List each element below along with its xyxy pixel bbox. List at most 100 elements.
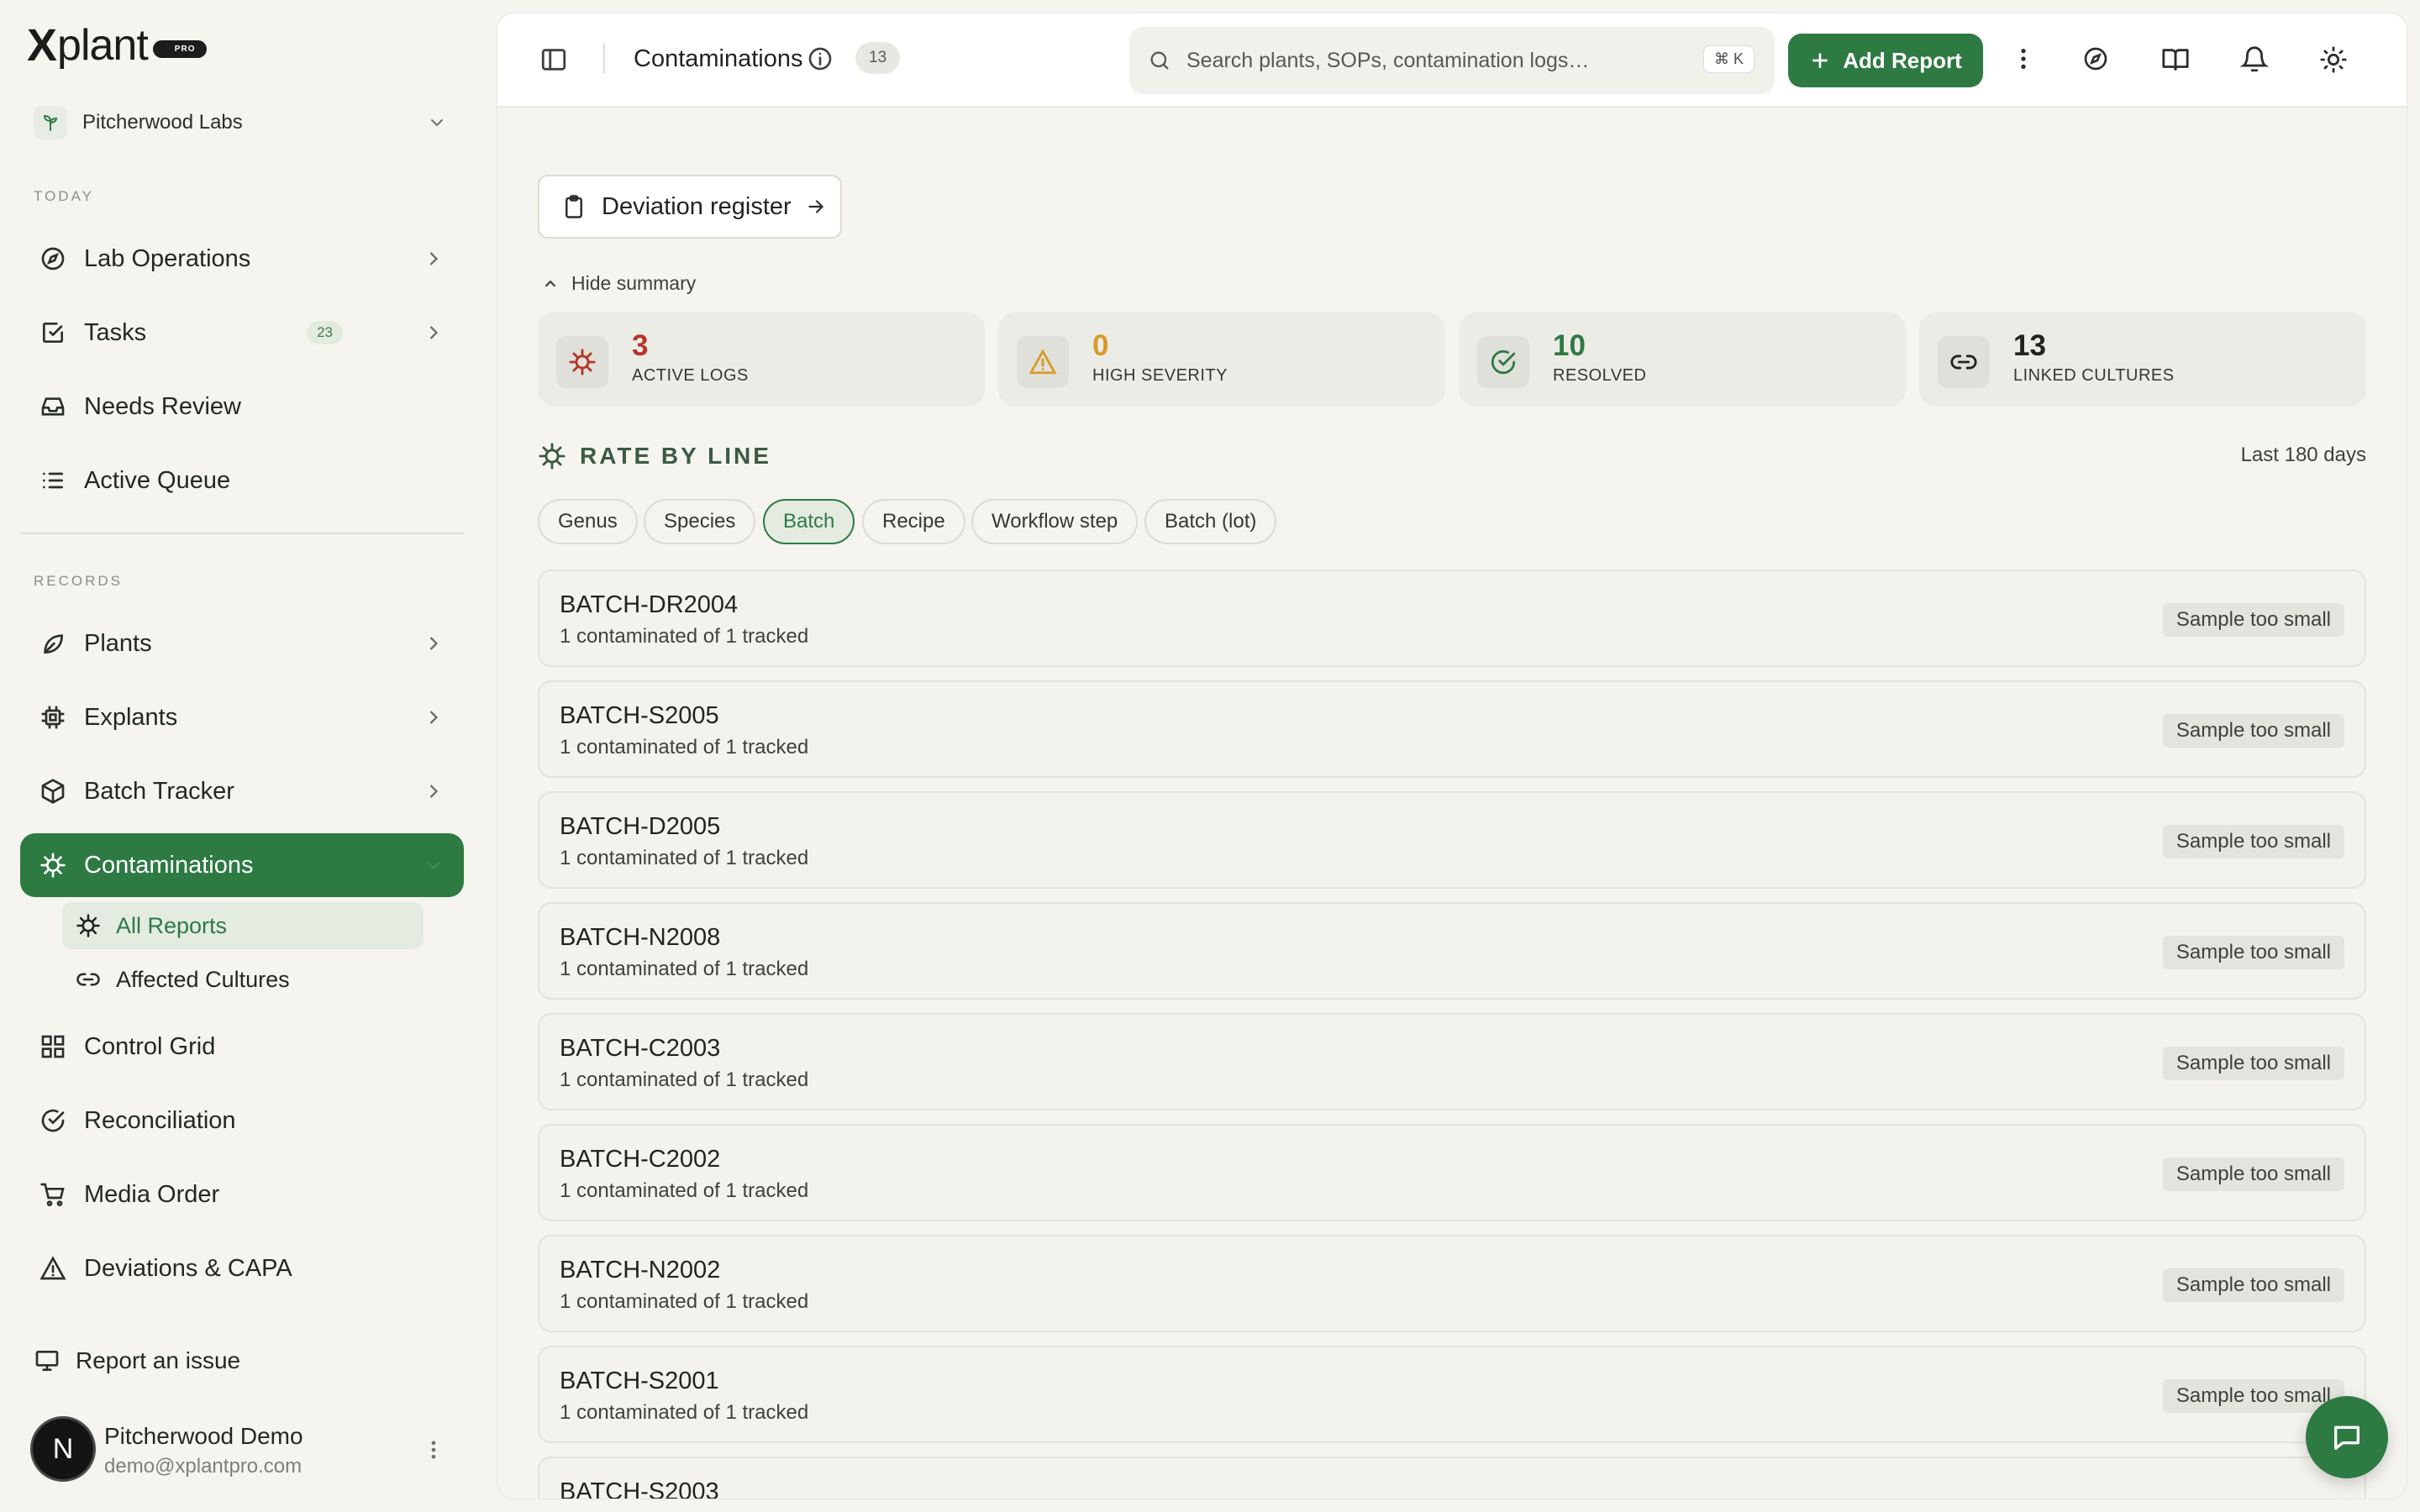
table-row[interactable]: BATCH-N2002 1 contaminated of 1 tracked … bbox=[538, 1235, 2366, 1332]
virus-icon bbox=[39, 851, 67, 879]
stat-card-linked-cultures[interactable]: 13 LINKED CULTURES bbox=[1919, 312, 2366, 407]
sidebar-item-tasks[interactable]: Tasks 23 bbox=[20, 301, 464, 365]
sidebar-item-lab-operations[interactable]: Lab Operations bbox=[20, 227, 464, 291]
table-row[interactable]: BATCH-S2005 1 contaminated of 1 tracked … bbox=[538, 680, 2366, 778]
sidebar-item-contaminations[interactable]: Contaminations bbox=[20, 833, 464, 897]
chat-icon bbox=[2330, 1420, 2364, 1454]
stat-value: 0 bbox=[1092, 329, 1109, 362]
sidebar-subitem-label: All Reports bbox=[116, 912, 228, 938]
row-summary: 1 contaminated of 1 tracked bbox=[560, 958, 809, 980]
filter-chip-species[interactable]: Species bbox=[644, 499, 756, 544]
info-icon[interactable] bbox=[807, 45, 834, 72]
stat-card-high-severity[interactable]: 0 HIGH SEVERITY bbox=[998, 312, 1445, 407]
compass-icon bbox=[39, 244, 67, 273]
deviation-register-label: Deviation register bbox=[602, 192, 792, 220]
sidebar-item-explants[interactable]: Explants bbox=[20, 685, 464, 749]
sidebar-item-label: Tasks bbox=[84, 318, 147, 346]
filter-chip-batch[interactable]: Batch bbox=[763, 499, 855, 544]
cart-icon bbox=[39, 1180, 67, 1209]
sidebar-item-label: Batch Tracker bbox=[84, 777, 234, 805]
row-batch-name: BATCH-S2005 bbox=[560, 702, 719, 729]
book-icon[interactable] bbox=[2161, 45, 2190, 74]
sidebar: X plant PRO Pitcherwood Labs TODAY Lab O… bbox=[0, 0, 491, 1512]
more-vertical-icon[interactable] bbox=[2010, 45, 2037, 72]
rate-range-label: Last 180 days bbox=[2240, 444, 2366, 466]
clipboard-icon bbox=[561, 194, 587, 219]
sidebar-item-batch-tracker[interactable]: Batch Tracker bbox=[20, 759, 464, 823]
stat-value: 3 bbox=[632, 329, 649, 362]
sidebar-item-reconciliation[interactable]: Reconciliation bbox=[20, 1089, 464, 1152]
org-switcher[interactable]: Pitcherwood Labs bbox=[34, 101, 447, 144]
report-issue-label: Report an issue bbox=[76, 1347, 241, 1373]
sun-icon[interactable] bbox=[2319, 45, 2348, 74]
sidebar-item-label: Media Order bbox=[84, 1180, 220, 1208]
sidebar-item-media-order[interactable]: Media Order bbox=[20, 1163, 464, 1226]
table-row[interactable]: BATCH-DR2004 1 contaminated of 1 tracked… bbox=[538, 570, 2366, 667]
sidebar-item-plants[interactable]: Plants bbox=[20, 612, 464, 675]
bell-icon[interactable] bbox=[2240, 45, 2269, 74]
table-row[interactable]: BATCH-S2001 1 contaminated of 1 tracked … bbox=[538, 1346, 2366, 1443]
sidebar-subitem-all-reports[interactable]: All Reports bbox=[62, 902, 424, 949]
sidebar-item-label: Contaminations bbox=[84, 851, 254, 879]
sidebar-item-control-grid[interactable]: Control Grid bbox=[20, 1015, 464, 1079]
status-badge: Sample too small bbox=[2162, 1158, 2344, 1191]
box-icon bbox=[39, 777, 67, 806]
page-count-badge: 13 bbox=[855, 42, 901, 74]
row-summary: 1 contaminated of 1 tracked bbox=[560, 1179, 809, 1202]
chevron-right-icon bbox=[422, 247, 445, 270]
plus-icon bbox=[1809, 50, 1831, 71]
stat-card-resolved[interactable]: 10 RESOLVED bbox=[1459, 312, 1906, 407]
check-circle-icon bbox=[39, 1106, 67, 1135]
status-badge: Sample too small bbox=[2162, 1268, 2344, 1302]
virus-icon bbox=[538, 442, 566, 470]
chat-button[interactable] bbox=[2306, 1396, 2388, 1478]
report-issue-link[interactable]: Report an issue bbox=[34, 1347, 240, 1374]
status-badge: Sample too small bbox=[2162, 1047, 2344, 1080]
stat-label: ACTIVE LOGS bbox=[632, 366, 749, 385]
row-summary: 1 contaminated of 1 tracked bbox=[560, 625, 809, 648]
arrow-right-icon bbox=[805, 196, 827, 218]
table-row[interactable]: BATCH-D2005 1 contaminated of 1 tracked … bbox=[538, 791, 2366, 889]
row-summary: 1 contaminated of 1 tracked bbox=[560, 1068, 809, 1091]
user-profile[interactable]: N Pitcherwood Demo demo@xplantpro.com bbox=[30, 1415, 464, 1483]
table-row[interactable]: BATCH-N2008 1 contaminated of 1 tracked … bbox=[538, 902, 2366, 1000]
sidebar-item-deviations-capa[interactable]: Deviations & CAPA bbox=[20, 1236, 464, 1300]
sidebar-item-label: Plants bbox=[84, 629, 152, 657]
sidebar-subitem-label: Affected Cultures bbox=[116, 966, 290, 992]
sidebar-item-label: Control Grid bbox=[84, 1032, 216, 1060]
stat-label: RESOLVED bbox=[1553, 366, 1647, 385]
status-badge: Sample too small bbox=[2162, 603, 2344, 637]
table-row[interactable]: BATCH-C2003 1 contaminated of 1 tracked … bbox=[538, 1013, 2366, 1110]
sidebar-item-needs-review[interactable]: Needs Review bbox=[20, 375, 464, 438]
chevron-down-icon bbox=[427, 113, 447, 133]
avatar: N bbox=[30, 1416, 96, 1482]
table-row[interactable]: BATCH-S2003 bbox=[538, 1457, 2366, 1499]
user-email: demo@xplantpro.com bbox=[104, 1455, 302, 1478]
filter-chip-genus[interactable]: Genus bbox=[538, 499, 638, 544]
link-icon bbox=[74, 965, 103, 994]
compass-icon[interactable] bbox=[2082, 45, 2109, 72]
sidebar-item-active-queue[interactable]: Active Queue bbox=[20, 449, 464, 512]
checkbox-icon bbox=[39, 318, 67, 347]
logo-x-mark: X bbox=[27, 20, 57, 71]
table-row[interactable]: BATCH-C2002 1 contaminated of 1 tracked … bbox=[538, 1124, 2366, 1221]
stat-card-active-logs[interactable]: 3 ACTIVE LOGS bbox=[538, 312, 985, 407]
filter-chip-workflow-step[interactable]: Workflow step bbox=[971, 499, 1139, 544]
leaf-icon bbox=[39, 629, 67, 658]
sidebar-item-label: Needs Review bbox=[84, 392, 241, 420]
filter-chip-recipe[interactable]: Recipe bbox=[862, 499, 965, 544]
rate-by-line-heading: RATE BY LINE bbox=[538, 442, 771, 470]
add-report-button[interactable]: Add Report bbox=[1788, 34, 1983, 87]
sidebar-subitem-affected-cultures[interactable]: Affected Cultures bbox=[62, 956, 424, 1003]
warning-icon bbox=[1017, 336, 1069, 388]
sidebar-toggle-icon[interactable] bbox=[539, 45, 568, 74]
more-vertical-icon[interactable] bbox=[422, 1438, 445, 1462]
filter-chip-batch-lot[interactable]: Batch (lot) bbox=[1144, 499, 1277, 544]
search-input[interactable]: Search plants, SOPs, contamination logs…… bbox=[1129, 27, 1775, 94]
row-batch-name: BATCH-S2001 bbox=[560, 1368, 719, 1394]
app-logo[interactable]: X plant PRO bbox=[27, 20, 208, 71]
deviation-register-button[interactable]: Deviation register bbox=[538, 175, 842, 239]
check-circle-icon bbox=[1477, 336, 1529, 388]
hide-summary-toggle[interactable]: Hide summary bbox=[541, 272, 696, 295]
virus-icon bbox=[556, 336, 608, 388]
